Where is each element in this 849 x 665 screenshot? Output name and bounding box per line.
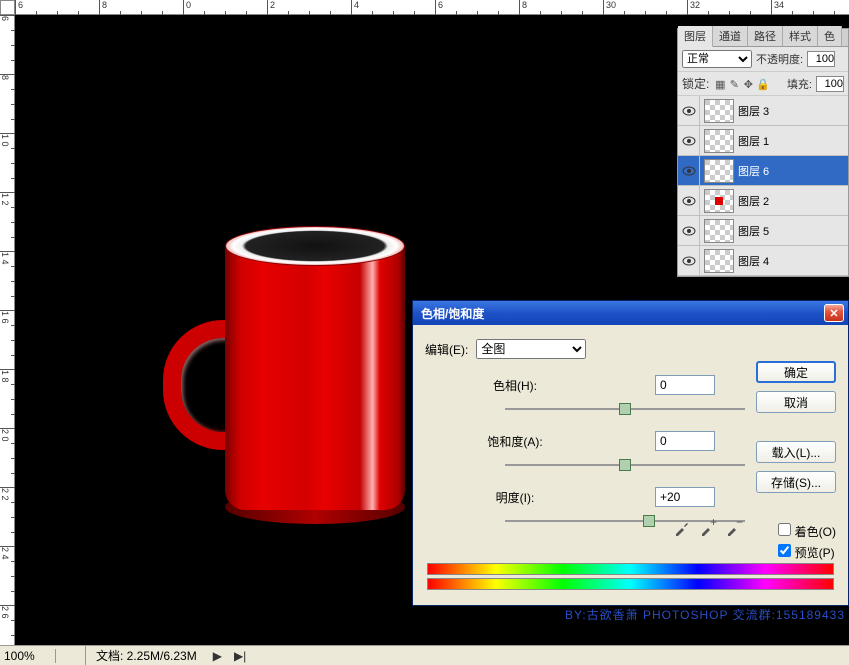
layer-row[interactable]: 图层 4 xyxy=(678,246,848,276)
ruler-corner xyxy=(0,0,15,15)
load-button[interactable]: 载入(L)... xyxy=(756,441,836,463)
edit-label: 编辑(E): xyxy=(425,341,468,358)
colorize-checkbox[interactable]: 着色(O) xyxy=(778,523,836,540)
hue-label: 色相(H): xyxy=(465,377,565,394)
edit-select[interactable]: 全图 xyxy=(476,339,586,359)
opacity-input[interactable] xyxy=(807,51,835,67)
visibility-toggle[interactable] xyxy=(678,246,700,275)
lock-label: 锁定: xyxy=(682,75,709,92)
hue-saturation-dialog: 色相/饱和度 ✕ 编辑(E): 全图 色相(H): 饱和度(A): xyxy=(412,300,849,606)
ruler-horizontal: 6802468303234 xyxy=(15,0,849,15)
save-button[interactable]: 存储(S)... xyxy=(756,471,836,493)
zoom-level[interactable]: 100% xyxy=(0,649,56,663)
lock-icons[interactable]: ▦✎✥🔒 xyxy=(713,77,769,91)
dialog-title: 色相/饱和度 xyxy=(417,305,484,322)
layer-name: 图层 4 xyxy=(738,253,769,269)
eyedropper-plus-icon[interactable]: + xyxy=(699,519,717,537)
layer-thumbnail xyxy=(704,249,734,273)
close-button[interactable]: ✕ xyxy=(824,304,844,322)
visibility-toggle[interactable] xyxy=(678,186,700,215)
eyedropper-tools[interactable]: + − xyxy=(673,519,743,537)
panel-tab-1[interactable]: 通道 xyxy=(713,26,748,46)
mug-artwork xyxy=(165,240,425,535)
layer-thumbnail xyxy=(704,129,734,153)
lightness-label: 明度(I): xyxy=(465,489,565,506)
saturation-label: 饱和度(A): xyxy=(465,433,565,450)
visibility-toggle[interactable] xyxy=(678,216,700,245)
credit-text: BY:古欲香萧 PHOTOSHOP 交流群:155189433 xyxy=(565,606,845,623)
fill-label: 填充: xyxy=(787,76,812,92)
ok-button[interactable]: 确定 xyxy=(756,361,836,383)
layer-thumbnail xyxy=(704,219,734,243)
layer-name: 图层 2 xyxy=(738,193,769,209)
status-menu2-icon[interactable]: ▶| xyxy=(228,649,252,663)
visibility-toggle[interactable] xyxy=(678,96,700,125)
eyedropper-icon[interactable] xyxy=(673,519,691,537)
ruler-vertical: 681 01 21 41 61 82 02 22 42 6 xyxy=(0,15,15,645)
panel-tabs: 图层通道路径样式色 xyxy=(678,29,848,47)
status-bar: 100% 文档: 2.25M/6.23M ▶ ▶| xyxy=(0,645,849,665)
saturation-input[interactable] xyxy=(655,431,715,451)
layer-name: 图层 5 xyxy=(738,223,769,239)
panel-tab-0[interactable]: 图层 xyxy=(678,26,713,47)
layer-name: 图层 1 xyxy=(738,133,769,149)
cancel-button[interactable]: 取消 xyxy=(756,391,836,413)
layer-row[interactable]: 图层 2 xyxy=(678,186,848,216)
layer-name: 图层 6 xyxy=(738,163,769,179)
hue-slider[interactable] xyxy=(505,401,745,417)
visibility-toggle[interactable] xyxy=(678,126,700,155)
visibility-toggle[interactable] xyxy=(678,156,700,185)
opacity-label: 不透明度: xyxy=(756,51,803,67)
layer-row[interactable]: 图层 5 xyxy=(678,216,848,246)
layer-thumbnail xyxy=(704,189,734,213)
lightness-input[interactable] xyxy=(655,487,715,507)
layer-thumbnail xyxy=(704,99,734,123)
panel-tab-4[interactable]: 色 xyxy=(818,26,842,46)
document-info: 文档: 2.25M/6.23M xyxy=(86,647,207,664)
layer-row[interactable]: 图层 6 xyxy=(678,156,848,186)
blend-mode-select[interactable]: 正常 xyxy=(682,50,752,68)
panel-tab-2[interactable]: 路径 xyxy=(748,26,783,46)
preview-checkbox[interactable]: 预览(P) xyxy=(778,544,836,561)
layer-row[interactable]: 图层 1 xyxy=(678,126,848,156)
eyedropper-minus-icon[interactable]: − xyxy=(725,519,743,537)
hue-input[interactable] xyxy=(655,375,715,395)
layer-thumbnail xyxy=(704,159,734,183)
status-menu-icon[interactable]: ▶ xyxy=(207,649,228,663)
svg-text:−: − xyxy=(736,519,743,529)
layer-row[interactable]: 图层 3 xyxy=(678,96,848,126)
layers-panel: 图层通道路径样式色 正常 不透明度: 锁定: ▦✎✥🔒 填充: 图层 3 图层 1… xyxy=(677,28,849,277)
layer-name: 图层 3 xyxy=(738,103,769,119)
panel-tab-3[interactable]: 样式 xyxy=(783,26,818,46)
spectrum-bars xyxy=(427,563,834,593)
svg-text:+: + xyxy=(710,519,717,529)
fill-input[interactable] xyxy=(816,76,844,92)
saturation-slider[interactable] xyxy=(505,457,745,473)
dialog-titlebar[interactable]: 色相/饱和度 ✕ xyxy=(413,301,848,325)
